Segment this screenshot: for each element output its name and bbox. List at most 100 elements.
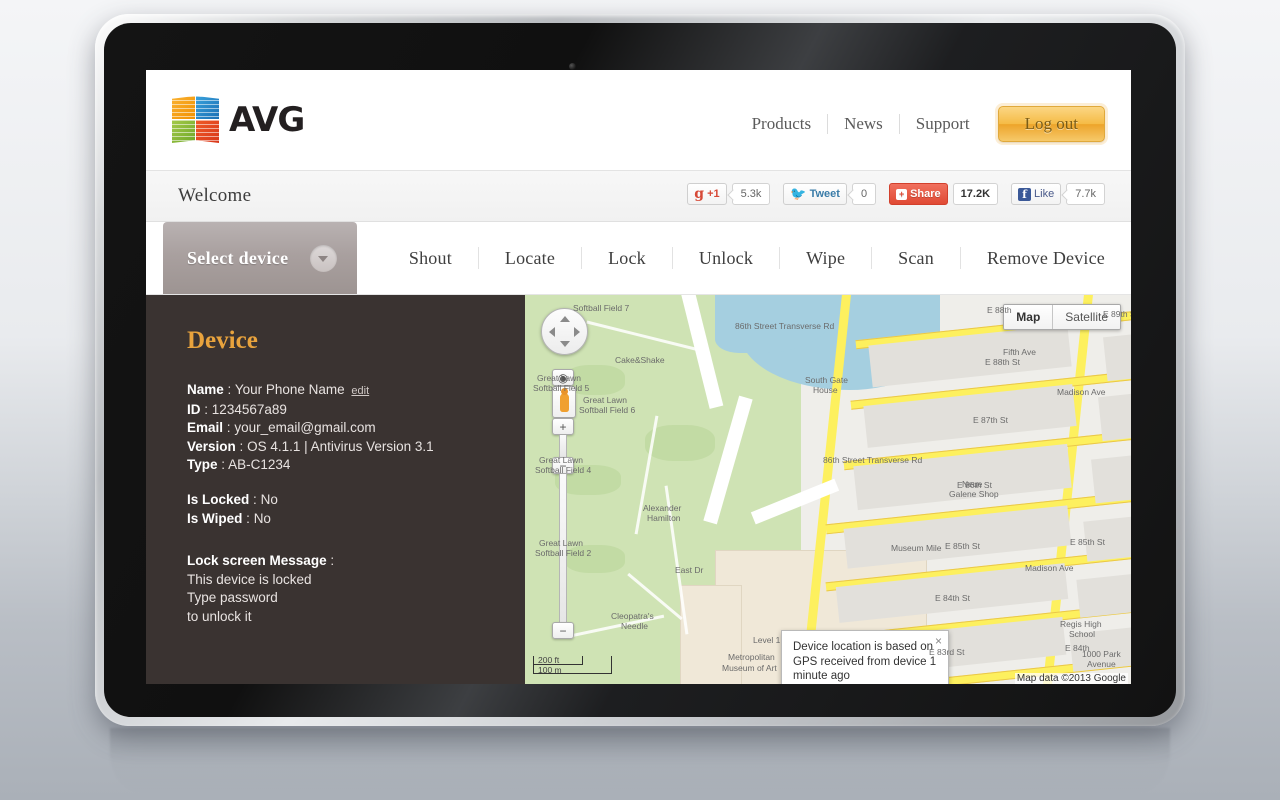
map-label: House	[813, 385, 838, 395]
is-locked-value: No	[260, 491, 278, 507]
device-version-row: Version : OS 4.1.1 | Antivirus Version 3…	[187, 438, 525, 457]
map-scale-bar: 200 ft 100 m	[533, 655, 612, 675]
tab-remove-device[interactable]: Remove Device	[961, 247, 1131, 269]
map-label: Avenue	[1087, 659, 1116, 669]
map-pan-control[interactable]	[541, 308, 588, 355]
close-icon[interactable]: ×	[935, 635, 942, 647]
tab-shout[interactable]: Shout	[383, 247, 479, 269]
colon-2: :	[204, 401, 209, 417]
scale-meters: 100 m	[538, 665, 562, 675]
device-name-row: Name : Your Phone Name edit	[187, 381, 525, 401]
pan-left-icon[interactable]	[549, 327, 555, 337]
device-email-label: Email	[187, 420, 224, 436]
tab-unlock[interactable]: Unlock	[673, 247, 781, 269]
zoom-slider-rail-top[interactable]	[559, 435, 567, 457]
twitter-widget[interactable]: 🐦 Tweet 0	[783, 183, 877, 205]
map-label: E 84th	[1065, 643, 1090, 653]
map-label: Hamilton	[647, 513, 681, 523]
select-device-label: Select device	[187, 247, 289, 268]
nav-news[interactable]: News	[828, 114, 900, 134]
lock-message-line-3: to unlock it	[187, 608, 252, 624]
is-wiped-row: Is Wiped : No	[187, 510, 525, 529]
colon-5: :	[221, 457, 226, 473]
twitter-bird-icon: 🐦	[790, 186, 807, 201]
tab-scan[interactable]: Scan	[872, 247, 961, 269]
map-label: Museum of Art	[722, 663, 777, 673]
social-share-group: g +1 5.3k 🐦 Tweet 0 + Share 17.2K f Like…	[687, 183, 1105, 205]
share-label: Share	[910, 188, 941, 200]
tabs-list: Shout Locate Lock Unlock Wipe Scan Remov…	[357, 222, 1131, 294]
facebook-icon: f	[1018, 187, 1032, 201]
tab-lock[interactable]: Lock	[582, 247, 673, 269]
tab-locate[interactable]: Locate	[479, 247, 583, 269]
google-plus-label: +1	[707, 188, 720, 200]
map-label: E 87th St	[973, 415, 1008, 425]
facebook-widget[interactable]: f Like 7.7k	[1011, 183, 1105, 205]
map-label: E 89th St	[1103, 309, 1131, 319]
device-id-value: 1234567a89	[211, 401, 287, 417]
nav-products[interactable]: Products	[736, 114, 829, 134]
google-plus-count: 5.3k	[731, 183, 771, 205]
is-wiped-value: No	[253, 510, 271, 526]
map-label: Softball Field 2	[535, 548, 592, 558]
share-button[interactable]: + Share	[889, 183, 948, 205]
zoom-out-button[interactable]: −	[552, 622, 574, 639]
nav-support[interactable]: Support	[900, 114, 986, 134]
map-label: Softball Field 5	[533, 383, 590, 393]
google-plus-widget[interactable]: g +1 5.3k	[687, 183, 771, 205]
pan-up-icon[interactable]	[560, 316, 570, 322]
map-label: E 85th St	[1070, 537, 1105, 547]
is-locked-label: Is Locked	[187, 491, 250, 507]
avg-logo-icon	[172, 96, 220, 144]
map-label: Madison Ave	[1057, 387, 1106, 397]
browser-screen: AVG Products News Support Log out Welcom…	[146, 70, 1131, 684]
map-label: E 83rd St	[929, 647, 965, 657]
edit-name-link[interactable]: edit	[351, 385, 369, 397]
lock-message-title-row: Lock screen Message :	[187, 552, 525, 571]
avg-logo-text: AVG	[229, 100, 305, 140]
like-button[interactable]: f Like	[1011, 183, 1062, 205]
map-attribution: Map data ©2013 Google	[1014, 673, 1128, 684]
colon-8: :	[330, 553, 335, 569]
location-map[interactable]: Map Satellite ◉ + − − × Device location …	[525, 295, 1131, 684]
welcome-bar: Welcome g +1 5.3k 🐦 Tweet 0 + Share 17.2…	[146, 171, 1131, 222]
map-label: Alexander	[643, 503, 682, 513]
pan-down-icon[interactable]	[560, 341, 570, 347]
logout-button[interactable]: Log out	[997, 106, 1105, 142]
device-email-row: Email : your_email@gmail.com	[187, 419, 525, 438]
map-label: Level 1	[753, 635, 781, 645]
map-label: Fifth Ave	[1003, 347, 1036, 357]
zoom-in-button[interactable]: +	[552, 418, 574, 435]
tablet-reflection	[110, 728, 1170, 794]
bubble-text: Device location is based on GPS received…	[793, 641, 937, 682]
map-label: E 86th St	[957, 480, 992, 490]
map-label: E 84th St	[935, 593, 970, 603]
select-device-dropdown[interactable]: Select device	[163, 222, 357, 294]
map-label: South Gate	[805, 375, 849, 385]
avg-logo[interactable]: AVG	[172, 96, 305, 144]
colon-6: :	[253, 491, 257, 507]
pan-right-icon[interactable]	[574, 327, 580, 337]
map-label: Metropolitan	[728, 652, 775, 662]
map-label: East Dr	[675, 565, 704, 575]
tweet-button[interactable]: 🐦 Tweet	[783, 183, 847, 205]
map-zoom-control[interactable]: ◉ + − −	[552, 369, 576, 639]
colon-4: :	[239, 438, 244, 454]
map-label: Softball Field 7	[573, 303, 630, 313]
like-count: 7.7k	[1066, 183, 1105, 205]
map-label: Museum Mile	[891, 543, 942, 553]
tab-wipe[interactable]: Wipe	[780, 247, 873, 269]
map-label: Softball Field 6	[579, 405, 636, 415]
chevron-down-icon[interactable]	[309, 244, 337, 272]
colon-3: :	[226, 420, 231, 436]
device-version-value: OS 4.1.1 | Antivirus Version 3.1	[247, 438, 434, 454]
device-name-value: Your Phone Name	[234, 382, 345, 397]
tweet-count: 0	[851, 183, 877, 205]
google-plus-button[interactable]: g +1	[687, 183, 727, 205]
device-info-panel: Device Name : Your Phone Name edit ID : …	[146, 295, 525, 684]
lock-message-label: Lock screen Message	[187, 553, 327, 569]
lock-message-line-2: Type password	[187, 590, 278, 606]
share-widget[interactable]: + Share 17.2K	[889, 183, 999, 205]
map-label: E 88th	[987, 305, 1012, 315]
map-label: Cake&Shake	[615, 355, 665, 365]
